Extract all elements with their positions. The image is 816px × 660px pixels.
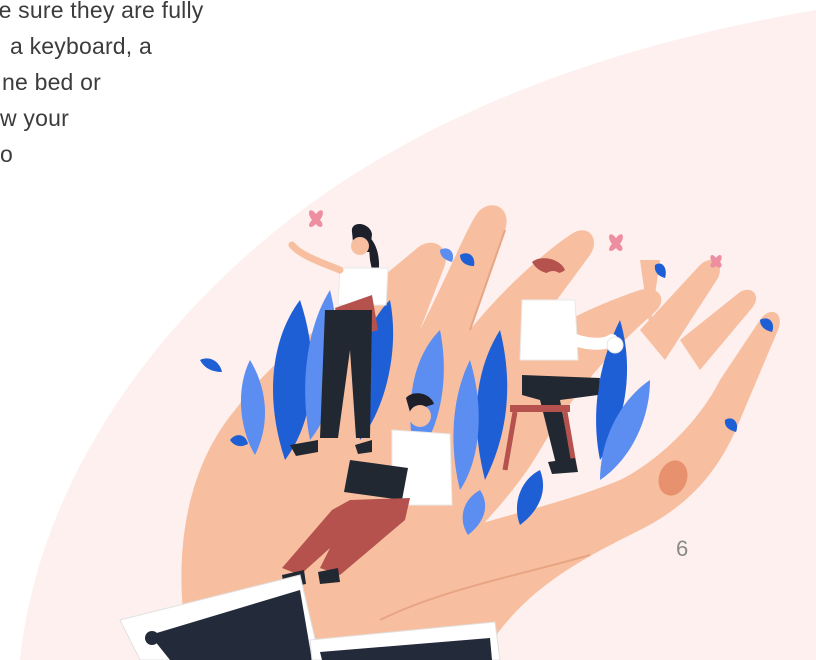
hands-holding-people-illustration <box>119 205 780 660</box>
butterfly-icon <box>309 210 323 227</box>
document-page: te sure they are fully a keyboard, a ne … <box>0 0 816 660</box>
butterfly-icon <box>609 234 623 251</box>
butterfly-icon <box>710 255 722 268</box>
page-number: 6 <box>676 536 689 561</box>
